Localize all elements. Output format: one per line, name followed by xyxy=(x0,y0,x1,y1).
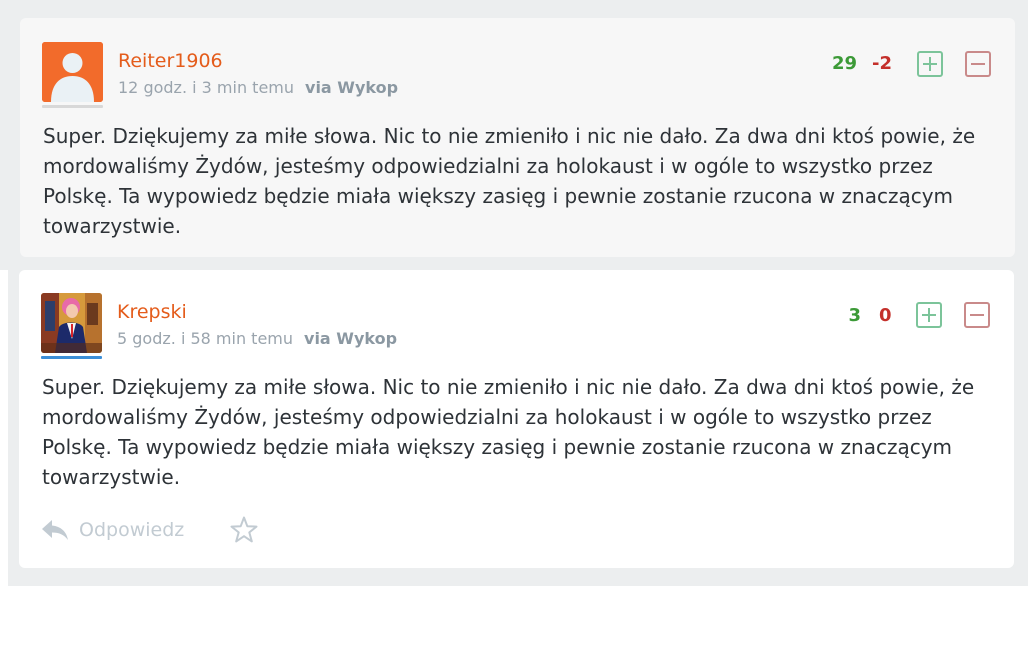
vote-plus-count: 29 xyxy=(831,53,857,74)
comment-source[interactable]: via Wykop xyxy=(305,78,398,97)
minus-vote-icon xyxy=(964,302,990,328)
comment-card: Reiter1906 12 godz. i 3 min temu via Wyko… xyxy=(20,18,1015,257)
vote-minus-count: -2 xyxy=(872,53,892,74)
reply-icon xyxy=(42,520,68,540)
plus-vote-icon xyxy=(916,302,942,328)
user-avatar-image[interactable] xyxy=(41,293,102,353)
comment-time[interactable]: 5 godz. i 58 min temu xyxy=(117,329,293,348)
comment-author[interactable]: Reiter1906 xyxy=(118,50,223,72)
plus-vote-icon xyxy=(917,51,943,77)
vote-up-button[interactable] xyxy=(917,51,943,77)
vote-up-button[interactable] xyxy=(916,302,942,328)
default-avatar-icon[interactable] xyxy=(42,42,103,102)
comment-meta: 12 godz. i 3 min temu via Wykop xyxy=(118,78,398,97)
vote-down-button[interactable] xyxy=(964,302,990,328)
reply-label: Odpowiedz xyxy=(79,519,185,541)
reply-button[interactable]: Odpowiedz xyxy=(41,516,184,544)
comment-card: Krepski 5 godz. i 58 min temu via Wykop 3… xyxy=(19,270,1014,568)
vote-down-button[interactable] xyxy=(965,51,991,77)
comment-author[interactable]: Krepski xyxy=(117,301,187,323)
comment-text: Super. Dziękujemy za miłe słowa. Nic to … xyxy=(43,124,976,238)
avatar-underline xyxy=(42,105,103,108)
comment-meta: 5 godz. i 58 min temu via Wykop xyxy=(117,329,397,348)
comment-source[interactable]: via Wykop xyxy=(304,329,397,348)
avatar-underline xyxy=(41,356,102,359)
minus-vote-icon xyxy=(965,51,991,77)
vote-minus-count: 0 xyxy=(879,305,892,326)
star-icon xyxy=(230,516,258,543)
favorite-button[interactable] xyxy=(229,515,259,549)
comment-text: Super. Dziękujemy za miłe słowa. Nic to … xyxy=(42,375,975,489)
comment-time[interactable]: 12 godz. i 3 min temu xyxy=(118,78,294,97)
vote-plus-count: 3 xyxy=(848,305,861,326)
